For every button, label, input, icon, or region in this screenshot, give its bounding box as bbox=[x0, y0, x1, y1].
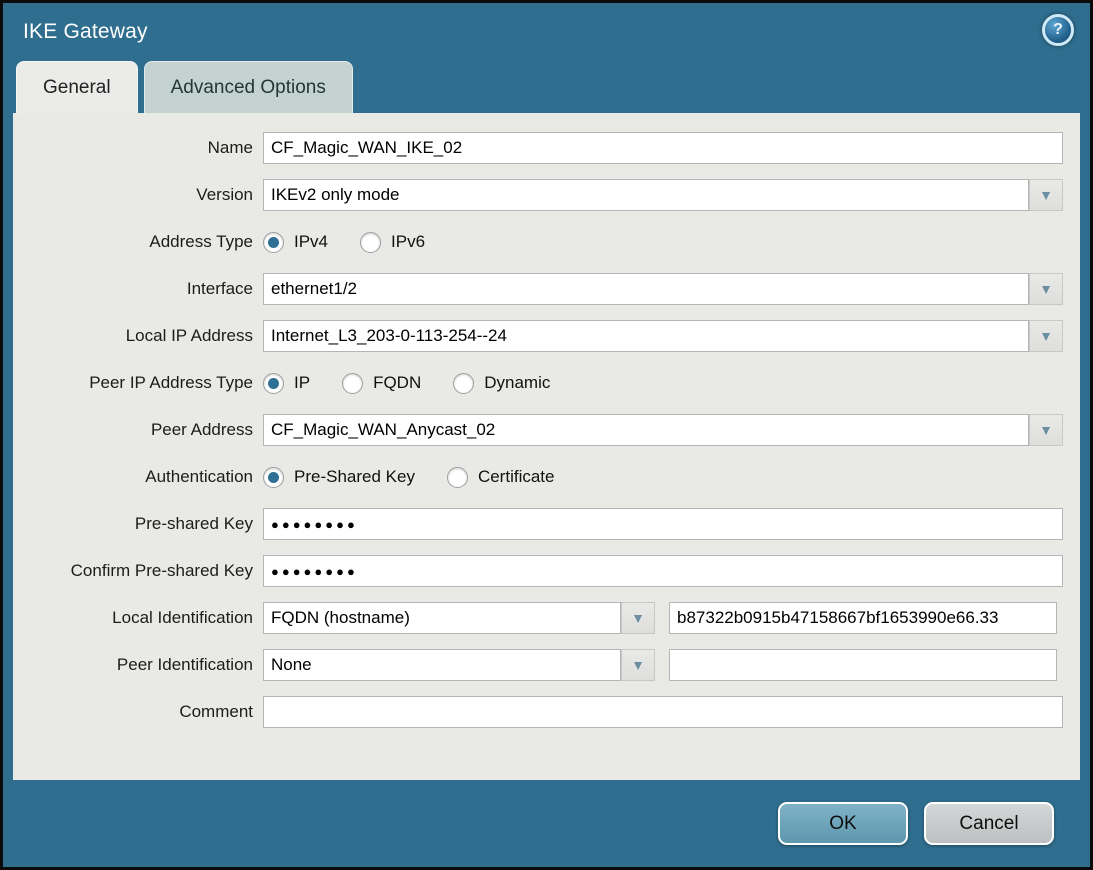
tab-bar: General Advanced Options bbox=[3, 61, 1090, 113]
local-identification-dropdown-button[interactable]: ▼ bbox=[621, 602, 655, 634]
radio-ipv6[interactable]: IPv6 bbox=[360, 232, 425, 253]
peer-identification-value-input[interactable] bbox=[669, 649, 1057, 681]
peer-identification-type-input[interactable] bbox=[263, 649, 621, 681]
confirm-pre-shared-key-input[interactable] bbox=[263, 555, 1063, 587]
radio-ip-label: IP bbox=[294, 373, 310, 393]
radio-certificate-dot bbox=[447, 467, 468, 488]
radio-fqdn[interactable]: FQDN bbox=[342, 373, 421, 394]
peer-ip-address-type-row: Peer IP Address Type IP FQDN Dynamic bbox=[13, 367, 1080, 399]
version-row: Version ▼ bbox=[13, 179, 1080, 211]
comment-label: Comment bbox=[13, 702, 253, 722]
radio-ipv4[interactable]: IPv4 bbox=[263, 232, 328, 253]
peer-address-input[interactable] bbox=[263, 414, 1029, 446]
radio-ip[interactable]: IP bbox=[263, 373, 310, 394]
ike-gateway-dialog: IKE Gateway ? General Advanced Options N… bbox=[0, 0, 1093, 870]
local-identification-label: Local Identification bbox=[13, 608, 253, 628]
radio-ipv4-dot bbox=[263, 232, 284, 253]
peer-ip-address-type-label: Peer IP Address Type bbox=[13, 373, 253, 393]
address-type-label: Address Type bbox=[13, 232, 253, 252]
help-icon[interactable]: ? bbox=[1042, 14, 1074, 46]
confirm-pre-shared-key-row: Confirm Pre-shared Key bbox=[13, 555, 1080, 587]
radio-pre-shared-key-dot bbox=[263, 467, 284, 488]
peer-address-label: Peer Address bbox=[13, 420, 253, 440]
peer-address-dropdown-button[interactable]: ▼ bbox=[1029, 414, 1063, 446]
cancel-button[interactable]: Cancel bbox=[924, 802, 1054, 845]
tab-general-label: General bbox=[43, 77, 111, 99]
radio-dynamic-dot bbox=[453, 373, 474, 394]
local-identification-row: Local Identification ▼ bbox=[13, 602, 1080, 634]
pre-shared-key-row: Pre-shared Key bbox=[13, 508, 1080, 540]
chevron-down-icon: ▼ bbox=[1039, 423, 1053, 437]
radio-certificate-label: Certificate bbox=[478, 467, 555, 487]
radio-fqdn-label: FQDN bbox=[373, 373, 421, 393]
peer-address-row: Peer Address ▼ bbox=[13, 414, 1080, 446]
local-ip-address-row: Local IP Address ▼ bbox=[13, 320, 1080, 352]
help-glyph: ? bbox=[1053, 21, 1063, 39]
local-ip-address-dropdown-button[interactable]: ▼ bbox=[1029, 320, 1063, 352]
peer-identification-row: Peer Identification ▼ bbox=[13, 649, 1080, 681]
radio-pre-shared-key-label: Pre-Shared Key bbox=[294, 467, 415, 487]
address-type-row: Address Type IPv4 IPv6 bbox=[13, 226, 1080, 258]
chevron-down-icon: ▼ bbox=[1039, 329, 1053, 343]
name-label: Name bbox=[13, 138, 253, 158]
titlebar: IKE Gateway ? bbox=[3, 3, 1090, 61]
pre-shared-key-input[interactable] bbox=[263, 508, 1063, 540]
confirm-pre-shared-key-label: Confirm Pre-shared Key bbox=[13, 561, 253, 581]
interface-row: Interface ▼ bbox=[13, 273, 1080, 305]
version-label: Version bbox=[13, 185, 253, 205]
name-input[interactable] bbox=[263, 132, 1063, 164]
radio-dynamic[interactable]: Dynamic bbox=[453, 373, 550, 394]
tab-advanced-options[interactable]: Advanced Options bbox=[144, 61, 353, 113]
radio-ip-dot bbox=[263, 373, 284, 394]
comment-input[interactable] bbox=[263, 696, 1063, 728]
radio-certificate[interactable]: Certificate bbox=[447, 467, 555, 488]
version-dropdown-button[interactable]: ▼ bbox=[1029, 179, 1063, 211]
authentication-label: Authentication bbox=[13, 467, 253, 487]
radio-dynamic-label: Dynamic bbox=[484, 373, 550, 393]
authentication-row: Authentication Pre-Shared Key Certificat… bbox=[13, 461, 1080, 493]
version-input[interactable] bbox=[263, 179, 1029, 211]
pre-shared-key-label: Pre-shared Key bbox=[13, 514, 253, 534]
local-ip-address-input[interactable] bbox=[263, 320, 1029, 352]
chevron-down-icon: ▼ bbox=[1039, 188, 1053, 202]
interface-label: Interface bbox=[13, 279, 253, 299]
local-identification-type-input[interactable] bbox=[263, 602, 621, 634]
radio-ipv6-label: IPv6 bbox=[391, 232, 425, 252]
radio-fqdn-dot bbox=[342, 373, 363, 394]
comment-row: Comment bbox=[13, 696, 1080, 728]
radio-ipv4-label: IPv4 bbox=[294, 232, 328, 252]
radio-pre-shared-key[interactable]: Pre-Shared Key bbox=[263, 467, 415, 488]
tab-general[interactable]: General bbox=[16, 61, 138, 113]
peer-identification-dropdown-button[interactable]: ▼ bbox=[621, 649, 655, 681]
chevron-down-icon: ▼ bbox=[631, 611, 645, 625]
name-row: Name bbox=[13, 132, 1080, 164]
local-ip-address-label: Local IP Address bbox=[13, 326, 253, 346]
interface-dropdown-button[interactable]: ▼ bbox=[1029, 273, 1063, 305]
footer-bar: OK Cancel bbox=[3, 780, 1090, 867]
chevron-down-icon: ▼ bbox=[1039, 282, 1053, 296]
radio-ipv6-dot bbox=[360, 232, 381, 253]
interface-input[interactable] bbox=[263, 273, 1029, 305]
tab-advanced-options-label: Advanced Options bbox=[171, 77, 326, 99]
peer-identification-label: Peer Identification bbox=[13, 655, 253, 675]
dialog-title: IKE Gateway bbox=[23, 20, 148, 44]
ok-button[interactable]: OK bbox=[778, 802, 908, 845]
local-identification-value-input[interactable] bbox=[669, 602, 1057, 634]
general-tab-panel: Name Version ▼ Address Type IPv4 bbox=[13, 113, 1080, 780]
chevron-down-icon: ▼ bbox=[631, 658, 645, 672]
